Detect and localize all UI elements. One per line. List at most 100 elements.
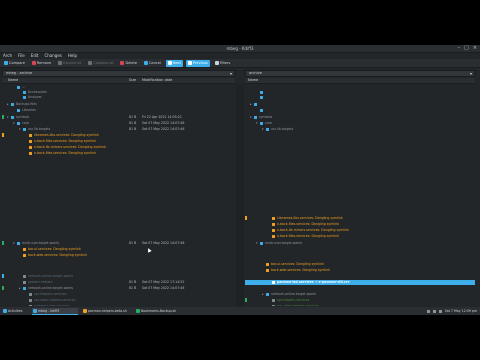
folder-icon bbox=[260, 96, 263, 99]
tree-row[interactable]: sys-helpers-services bbox=[2, 292, 235, 297]
toolbar-button-label: Remove bbox=[36, 61, 52, 65]
tree-row[interactable]: ▾ multi-user.target.wants bbox=[245, 241, 475, 246]
tree-row[interactable]: x-back-files.services: Dangling symlink bbox=[2, 151, 235, 156]
right-tree[interactable]: pacman-lsd.services → x-pacman-cfd.crv ▸… bbox=[245, 84, 475, 306]
tree-row[interactable]: ▾ core bbox=[245, 121, 475, 126]
tree-row-label: systemd-user-sessions bbox=[34, 304, 71, 306]
maximize-button[interactable]: □ bbox=[464, 46, 469, 51]
left-path-field[interactable]: mbeg - archive ▾ bbox=[2, 70, 235, 77]
chevron-down-icon[interactable]: ▾ bbox=[13, 121, 15, 126]
tree-row[interactable]: Libnames-libs.services: Dangling symlink bbox=[245, 216, 475, 221]
task-kdiff3[interactable]: mbeg - kdiff3 bbox=[32, 308, 78, 315]
chevron-down-icon[interactable]: ▾ bbox=[250, 115, 252, 120]
tree-row[interactable]: bar-ui.services: Dangling symlink bbox=[2, 247, 235, 252]
tree-row[interactable]: back-web.services: Dangling symlink bbox=[245, 268, 475, 273]
tree-row[interactable]: ▸ bbox=[245, 102, 475, 107]
tree-row-label: core bbox=[22, 121, 29, 125]
tree-row-label: multi-user.target.wants bbox=[22, 241, 60, 245]
chevron-down-icon[interactable]: ▾ bbox=[256, 121, 258, 126]
left-tree[interactable]: ... Accessories Analyzer ▸ Backups files Libr… bbox=[2, 84, 235, 306]
warn-icon bbox=[272, 235, 275, 238]
selected-row[interactable]: pacman-lsd.services → x-pacman-cfd.crv bbox=[245, 280, 475, 285]
tree-row[interactable]: ▾ symbols bbox=[245, 115, 475, 120]
taskbar: Activities mbeg - kdiff3 pacman-helpers-… bbox=[0, 307, 480, 315]
folder-icon bbox=[266, 293, 269, 296]
tree-row[interactable]: ▸ network-online.target.wants bbox=[245, 292, 475, 297]
chevron-right-icon[interactable]: ▸ bbox=[7, 102, 9, 107]
prev-icon bbox=[188, 61, 192, 65]
volume-icon[interactable] bbox=[432, 309, 436, 313]
tree-row[interactable]: system-helpers 81 B Sat 07 May 2022 17:14:… bbox=[2, 280, 235, 285]
task-pacman-helpers[interactable]: pacman-helpers-beta.sh bbox=[82, 308, 136, 314]
next-button[interactable]: Next bbox=[165, 59, 183, 67]
chevron-down-icon[interactable]: ▾ bbox=[7, 115, 9, 120]
compare-button[interactable]: Compare bbox=[2, 60, 27, 67]
warn-icon bbox=[29, 134, 32, 137]
cancel-button[interactable]: Cancel bbox=[142, 60, 163, 67]
tree-row[interactable]: ▸ network-online.target.wants 81 B Sat 07 M… bbox=[2, 286, 235, 291]
chevron-down-icon[interactable]: ▾ bbox=[262, 127, 264, 132]
tree-row[interactable]: Analyzer bbox=[2, 95, 235, 100]
chevron-right-icon[interactable]: ▸ bbox=[250, 102, 252, 107]
collapse-all-button[interactable]: Collapse all bbox=[86, 60, 115, 67]
tree-row-label: back-web.services: Dangling symlink bbox=[271, 268, 331, 272]
tree-row[interactable]: back-web.services: Dangling symlink bbox=[2, 253, 235, 258]
tree-row[interactable]: x-back-lib-mirrors.services: Dangling sy… bbox=[245, 228, 475, 233]
chevron-down-icon[interactable]: ▾ bbox=[470, 71, 472, 76]
tree-row[interactable]: network-online.target.wants bbox=[2, 274, 235, 279]
tree-row[interactable] bbox=[245, 95, 475, 100]
task-bookmarks[interactable]: Bookmarks-Backup.sh bbox=[135, 308, 189, 314]
tree-row-label: x-back-files.services: Dangling symlink bbox=[277, 234, 340, 238]
folder-icon bbox=[266, 128, 269, 131]
tree-row[interactable]: Libraries bbox=[2, 108, 235, 113]
column-size[interactable]: Size bbox=[129, 78, 136, 83]
tree-row[interactable]: ▸ Backups files bbox=[2, 102, 235, 107]
network-icon[interactable] bbox=[426, 309, 430, 313]
tree-row[interactable]: libnames-libs.services: Dangling symlink bbox=[2, 133, 235, 138]
tree-row[interactable]: sys-udev-helpers-services bbox=[245, 304, 475, 306]
tree-row[interactable]: x-back-files.services: Dangling symlink bbox=[245, 234, 475, 239]
chevron-down-icon[interactable]: ▾ bbox=[13, 241, 15, 246]
column-name[interactable]: Name bbox=[8, 78, 18, 83]
tree-row[interactable]: ▾ core 81 B Sat 07 May 2022 14:07:46 bbox=[2, 121, 235, 126]
tree-row[interactable]: sys-udev-helpers-services bbox=[2, 298, 235, 303]
expand-icon bbox=[58, 61, 63, 65]
tree-row[interactable]: bar-ui.services: Dangling symlink bbox=[245, 262, 475, 267]
cancel-icon bbox=[143, 61, 148, 65]
chevron-down-icon[interactable]: ▾ bbox=[19, 127, 21, 132]
tree-row[interactable]: x-back-files.services: Dangling symlink bbox=[2, 139, 235, 144]
diff-marker bbox=[245, 216, 247, 220]
clock[interactable]: Sat 7 May 12:09 pm bbox=[445, 309, 477, 313]
column-name[interactable]: Name bbox=[248, 78, 258, 83]
chevron-down-icon[interactable]: ▾ bbox=[256, 241, 258, 246]
kdiff3-window: mbeg - Kdiff3 – □ × Arch File Edit Chang… bbox=[0, 45, 480, 315]
chevron-right-icon[interactable]: ▸ bbox=[262, 292, 264, 297]
filters-button[interactable]: Filters bbox=[213, 60, 233, 67]
remove-button[interactable]: Remove bbox=[30, 60, 53, 67]
battery-icon[interactable] bbox=[438, 309, 442, 313]
right-path-field[interactable]: archive ▾ bbox=[245, 70, 475, 77]
tree-row-label: back-web.services: Dangling symlink bbox=[28, 253, 88, 257]
expand-all-button[interactable]: Expand all bbox=[56, 60, 83, 67]
tree-row[interactable]: ▾ multi-user.target.wants 81 B Sat 07 May 2… bbox=[2, 241, 235, 246]
kdiff3-icon bbox=[33, 309, 37, 313]
tree-row[interactable]: ▾ usr-lib-targets 81 B Sat 07 May 2022 14:0… bbox=[2, 127, 235, 132]
chevron-down-icon[interactable]: ▾ bbox=[230, 71, 232, 76]
previous-button[interactable]: Previous bbox=[186, 59, 210, 67]
tree-row[interactable]: x-back-files.services: Dangling symlink bbox=[245, 222, 475, 227]
diff-marker bbox=[2, 241, 4, 245]
tree-row[interactable]: ▾ usr-lib-targets bbox=[245, 127, 475, 132]
toolbar-button-label: Delete bbox=[125, 61, 137, 65]
delete-button[interactable]: Delete bbox=[118, 60, 139, 67]
column-modified[interactable]: Modification date bbox=[142, 78, 172, 83]
close-button[interactable]: × bbox=[473, 46, 477, 51]
chevron-right-icon[interactable]: ▸ bbox=[19, 286, 21, 291]
tree-row[interactable]: systemd-user-sessions bbox=[2, 304, 235, 306]
tree-row[interactable]: sys-helpers-services bbox=[245, 298, 475, 303]
tree-row[interactable] bbox=[245, 108, 475, 113]
toolbar-button-label: Cancel bbox=[148, 61, 161, 65]
tree-row-label: x-back-lib-mirrors.services: Dangling sy… bbox=[277, 228, 349, 232]
tree-row[interactable]: ▾ symbols 81 B Fri 22 Apr 2021 14:05:21 bbox=[2, 115, 235, 120]
tree-row[interactable]: x-back-lib-mirrors.services: Dangling sy… bbox=[2, 145, 235, 150]
minimize-button[interactable]: – bbox=[458, 46, 461, 51]
